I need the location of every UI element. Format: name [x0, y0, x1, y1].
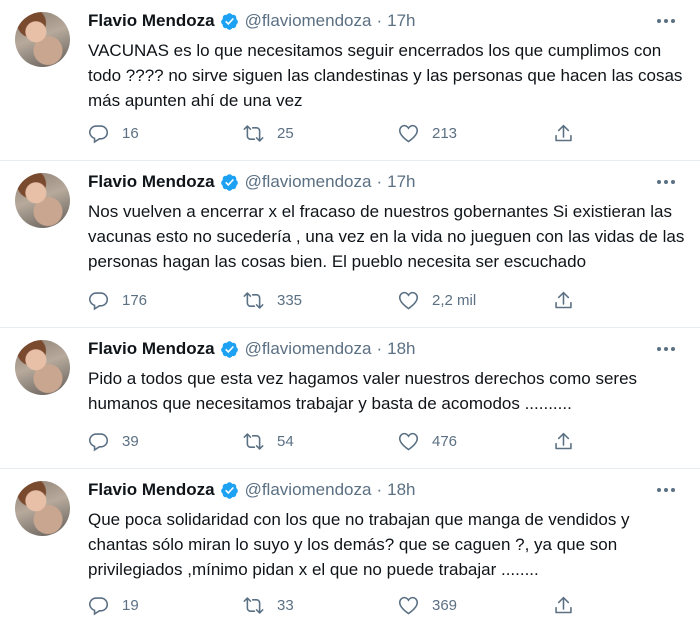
avatar[interactable]: [15, 340, 70, 395]
share-button[interactable]: [553, 290, 587, 311]
reply-icon: [88, 597, 109, 616]
tweet-actions: 39 54 476: [88, 431, 594, 452]
reply-icon: [88, 292, 109, 311]
share-icon: [555, 291, 572, 309]
tweet-text: Que poca solidaridad con los que no trab…: [88, 510, 630, 579]
tweet-text: VACUNAS es lo que necesitamos seguir enc…: [88, 41, 683, 110]
more-options-icon[interactable]: [654, 340, 678, 358]
author-handle[interactable]: @flaviomendoza: [245, 479, 372, 501]
like-count: 2,2 mil: [432, 292, 477, 309]
verified-badge-icon: [220, 173, 239, 192]
verified-badge-icon: [220, 481, 239, 500]
more-options-icon[interactable]: [654, 481, 678, 499]
like-button[interactable]: 213: [398, 123, 553, 144]
like-count: 476: [432, 433, 458, 450]
retweet-count: 33: [277, 597, 294, 614]
author-handle[interactable]: @flaviomendoza: [245, 171, 372, 193]
tweet[interactable]: Flavio Mendoza @flaviomendoza · 17h Nos …: [0, 161, 700, 328]
tweet-actions: 16 25 213: [88, 123, 594, 144]
tweet-timestamp[interactable]: 17h: [387, 171, 415, 193]
separator-dot: ·: [376, 339, 383, 358]
tweet-timestamp[interactable]: 18h: [387, 479, 415, 501]
like-button[interactable]: 476: [398, 431, 553, 452]
tweet-text: Pido a todos que esta vez hagamos valer …: [88, 369, 638, 413]
tweet-timestamp[interactable]: 17h: [387, 10, 415, 32]
retweet-button[interactable]: 33: [243, 595, 398, 616]
tweet-header: Flavio Mendoza @flaviomendoza · 18h: [88, 338, 684, 360]
verified-badge-icon: [220, 12, 239, 31]
more-options-icon[interactable]: [654, 12, 678, 30]
reply-icon: [88, 433, 109, 452]
reply-button[interactable]: 19: [88, 595, 243, 616]
tweet[interactable]: Flavio Mendoza @flaviomendoza · 18h Que …: [0, 469, 700, 632]
tweet[interactable]: Flavio Mendoza @flaviomendoza · 18h Pido…: [0, 328, 700, 469]
heart-icon: [398, 596, 419, 615]
more-options-icon[interactable]: [654, 173, 678, 191]
author-name[interactable]: Flavio Mendoza: [88, 171, 215, 193]
like-button[interactable]: 2,2 mil: [398, 290, 553, 311]
tweet-header: Flavio Mendoza @flaviomendoza · 18h: [88, 479, 684, 501]
share-icon: [555, 596, 572, 614]
avatar[interactable]: [15, 481, 70, 536]
reply-count: 176: [122, 292, 148, 309]
reply-button[interactable]: 176: [88, 290, 243, 311]
retweet-button[interactable]: 335: [243, 290, 398, 311]
tweet-feed: Flavio Mendoza @flaviomendoza · 17h VACU…: [0, 0, 700, 632]
avatar[interactable]: [15, 12, 70, 67]
reply-button[interactable]: 16: [88, 123, 243, 144]
tweet-text: Nos vuelven a encerrar x el fracaso de n…: [88, 202, 685, 271]
reply-button[interactable]: 39: [88, 431, 243, 452]
share-button[interactable]: [553, 595, 587, 616]
tweet-header: Flavio Mendoza @flaviomendoza · 17h: [88, 10, 684, 32]
tweet-header: Flavio Mendoza @flaviomendoza · 17h: [88, 171, 684, 193]
avatar[interactable]: [15, 173, 70, 228]
retweet-button[interactable]: 25: [243, 123, 398, 144]
heart-icon: [398, 291, 419, 310]
like-count: 369: [432, 597, 458, 614]
separator-dot: ·: [376, 172, 383, 191]
retweet-icon: [243, 292, 264, 309]
retweet-count: 25: [277, 125, 294, 142]
reply-icon: [88, 125, 109, 144]
tweet-timestamp[interactable]: 18h: [387, 338, 415, 360]
verified-badge-icon: [220, 340, 239, 359]
tweet-actions: 176 335 2,2 mil: [88, 290, 594, 311]
retweet-icon: [243, 125, 264, 142]
tweet-actions: 19 33 369: [88, 595, 594, 616]
reply-count: 16: [122, 125, 139, 142]
reply-count: 39: [122, 433, 139, 450]
reply-count: 19: [122, 597, 139, 614]
share-icon: [555, 432, 572, 450]
author-handle[interactable]: @flaviomendoza: [245, 338, 372, 360]
share-button[interactable]: [553, 431, 587, 452]
heart-icon: [398, 432, 419, 451]
share-icon: [555, 124, 572, 142]
separator-dot: ·: [376, 480, 383, 499]
retweet-icon: [243, 433, 264, 450]
tweet[interactable]: Flavio Mendoza @flaviomendoza · 17h VACU…: [0, 0, 700, 161]
like-button[interactable]: 369: [398, 595, 553, 616]
author-handle[interactable]: @flaviomendoza: [245, 10, 372, 32]
retweet-count: 54: [277, 433, 294, 450]
like-count: 213: [432, 125, 458, 142]
retweet-button[interactable]: 54: [243, 431, 398, 452]
author-name[interactable]: Flavio Mendoza: [88, 10, 215, 32]
separator-dot: ·: [376, 11, 383, 30]
retweet-count: 335: [277, 292, 303, 309]
share-button[interactable]: [553, 123, 587, 144]
heart-icon: [398, 124, 419, 143]
author-name[interactable]: Flavio Mendoza: [88, 338, 215, 360]
retweet-icon: [243, 597, 264, 614]
author-name[interactable]: Flavio Mendoza: [88, 479, 215, 501]
